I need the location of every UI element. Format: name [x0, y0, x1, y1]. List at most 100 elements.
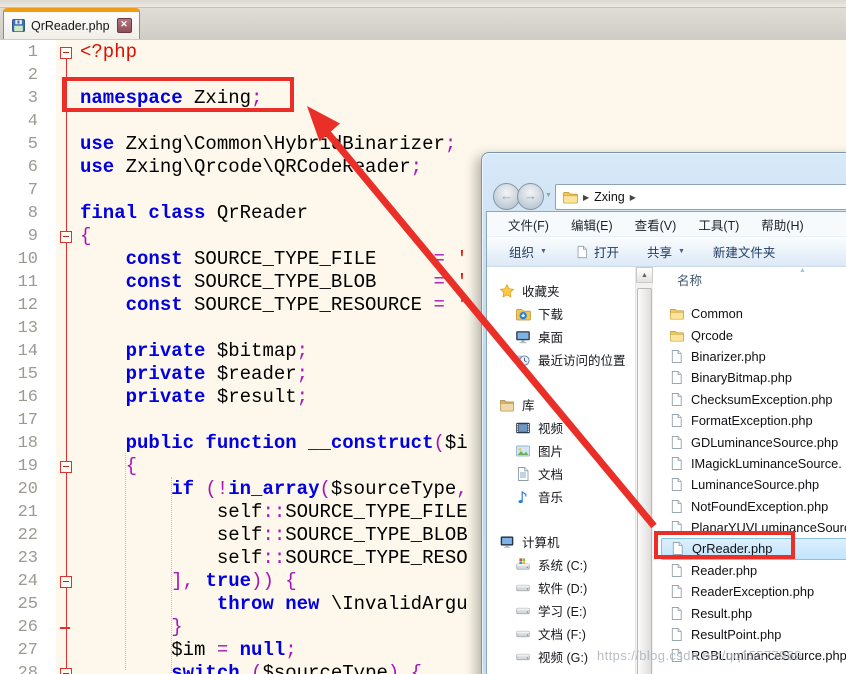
- file-row[interactable]: ResultPoint.php: [661, 624, 846, 645]
- nav-item[interactable]: 音乐: [487, 485, 635, 508]
- nav-group-label: 收藏夹: [522, 281, 560, 300]
- nav-item[interactable]: 文档: [487, 462, 635, 485]
- menu-item[interactable]: 帮助(H): [750, 215, 814, 234]
- forward-button[interactable]: →: [517, 183, 544, 210]
- file-row[interactable]: FormatException.php: [661, 410, 846, 431]
- nav-item[interactable]: 视频: [487, 416, 635, 439]
- file-icon: [669, 349, 684, 364]
- nav-item[interactable]: 软件 (D:): [487, 576, 635, 599]
- fold-collapse-icon[interactable]: [60, 461, 72, 473]
- code-text: self::SOURCE_TYPE_RESO: [80, 547, 468, 570]
- nav-group-label: 库: [522, 395, 535, 414]
- line-number: 4: [0, 110, 46, 133]
- code-line: 1 <?php: [0, 41, 846, 64]
- fold-cell: [46, 547, 80, 570]
- nav-group-gap: [487, 371, 635, 393]
- breadcrumb-zxing[interactable]: Zxing: [594, 190, 625, 204]
- line-number: 9: [0, 225, 46, 248]
- code-text: use Zxing\Common\HybridBinarizer;: [80, 133, 456, 156]
- column-header-name[interactable]: ▲ 名称: [661, 267, 846, 289]
- file-row[interactable]: Binarizer.php: [661, 346, 846, 367]
- menu-item[interactable]: 编辑(E): [560, 215, 624, 234]
- nav-item-label: 系统 (C:): [538, 555, 587, 574]
- fold-cell: [46, 409, 80, 432]
- fold-collapse-icon[interactable]: [60, 47, 72, 59]
- video-icon: [515, 420, 531, 436]
- file-row[interactable]: Result.php: [661, 602, 846, 623]
- annotation-box-qrreader-file: [654, 531, 795, 559]
- menu-item[interactable]: 查看(V): [624, 215, 688, 234]
- scrollbar-up-icon[interactable]: ▲: [636, 267, 653, 283]
- drive-icon: [515, 626, 531, 642]
- nav-item[interactable]: 下载: [487, 302, 635, 325]
- toolbar-item[interactable]: 组织 ▼: [497, 242, 559, 261]
- nav-item[interactable]: 最近访问的位置: [487, 348, 635, 371]
- file-row[interactable]: GDLuminanceSource.php: [661, 431, 846, 452]
- library-icon: [499, 397, 515, 413]
- nav-item[interactable]: 桌面: [487, 325, 635, 348]
- nav-group-star[interactable]: 收藏夹: [487, 279, 635, 302]
- nav-item[interactable]: 文档 (F:): [487, 622, 635, 645]
- tab-close-icon[interactable]: ✕: [117, 18, 132, 33]
- fold-cell: [46, 616, 80, 639]
- explorer-titlebar[interactable]: [482, 153, 846, 183]
- toolbar-item[interactable]: 共享 ▼: [635, 242, 697, 261]
- history-dropdown-icon[interactable]: ▼: [545, 192, 552, 199]
- fold-cell: [46, 41, 80, 64]
- nav-group-computer[interactable]: 计算机: [487, 530, 635, 553]
- toolbar-item[interactable]: 新建文件夹: [701, 242, 788, 261]
- file-row[interactable]: BinaryBitmap.php: [661, 367, 846, 388]
- annotation-box-namespace: [62, 77, 294, 112]
- fold-cell: [46, 225, 80, 248]
- toolbar-item[interactable]: 打开: [563, 242, 631, 261]
- file-name: Qrcode: [691, 328, 733, 343]
- file-name: NotFoundException.php: [691, 499, 828, 514]
- folder-icon: [669, 306, 684, 321]
- line-number: 2: [0, 64, 46, 87]
- file-name: Binarizer.php: [691, 349, 766, 364]
- nav-group-library[interactable]: 库: [487, 393, 635, 416]
- tab-qrreader[interactable]: QrReader.php ✕: [3, 8, 140, 39]
- scrollbar-thumb[interactable]: [637, 288, 652, 674]
- file-icon: [669, 456, 684, 471]
- file-row[interactable]: Qrcode: [661, 324, 846, 345]
- nav-group-gap: [487, 508, 635, 530]
- fold-collapse-icon[interactable]: [60, 231, 72, 243]
- file-row[interactable]: ReaderException.php: [661, 581, 846, 602]
- nav-item[interactable]: 系统 (C:): [487, 553, 635, 576]
- file-row[interactable]: ChecksumException.php: [661, 389, 846, 410]
- fold-cell: [46, 662, 80, 674]
- file-row[interactable]: NotFoundException.php: [661, 496, 846, 517]
- nav-pane-scrollbar[interactable]: ▲: [635, 267, 653, 674]
- code-text: const SOURCE_TYPE_FILE = ': [80, 248, 468, 271]
- file-icon: [669, 627, 684, 642]
- file-row[interactable]: LuminanceSource.php: [661, 474, 846, 495]
- file-name: Reader.php: [691, 563, 757, 578]
- download-icon: [515, 306, 531, 322]
- file-name: Common: [691, 306, 743, 321]
- fold-collapse-icon[interactable]: [60, 576, 72, 588]
- watermark-text: https://blog.csdn.net/qq15577969: [597, 648, 802, 663]
- fold-collapse-icon[interactable]: [60, 668, 72, 674]
- file-icon: [669, 563, 684, 578]
- nav-pane: 收藏夹 下载 桌面 最近访问的位置 库 视频 图片 文档 音乐 计算机 系统 (…: [487, 267, 635, 674]
- back-button[interactable]: ←: [493, 183, 520, 210]
- file-icon: [669, 606, 684, 621]
- address-bar[interactable]: ▶ Zxing ▶: [555, 184, 846, 210]
- code-text: self::SOURCE_TYPE_FILE: [80, 501, 468, 524]
- menu-item[interactable]: 工具(T): [687, 215, 750, 234]
- file-row[interactable]: Reader.php: [661, 560, 846, 581]
- code-text: private $result;: [80, 386, 308, 409]
- file-icon: [669, 584, 684, 599]
- file-name: ChecksumException.php: [691, 392, 833, 407]
- menu-item[interactable]: 文件(F): [497, 215, 560, 234]
- picture-icon: [515, 443, 531, 459]
- line-number: 5: [0, 133, 46, 156]
- nav-item[interactable]: 图片: [487, 439, 635, 462]
- dropdown-caret-icon: ▼: [540, 248, 547, 255]
- file-row[interactable]: Common: [661, 303, 846, 324]
- dropdown-caret-icon: ▼: [678, 248, 685, 255]
- nav-item[interactable]: 学习 (E:): [487, 599, 635, 622]
- file-row[interactable]: IMagickLuminanceSource.: [661, 453, 846, 474]
- line-number: 16: [0, 386, 46, 409]
